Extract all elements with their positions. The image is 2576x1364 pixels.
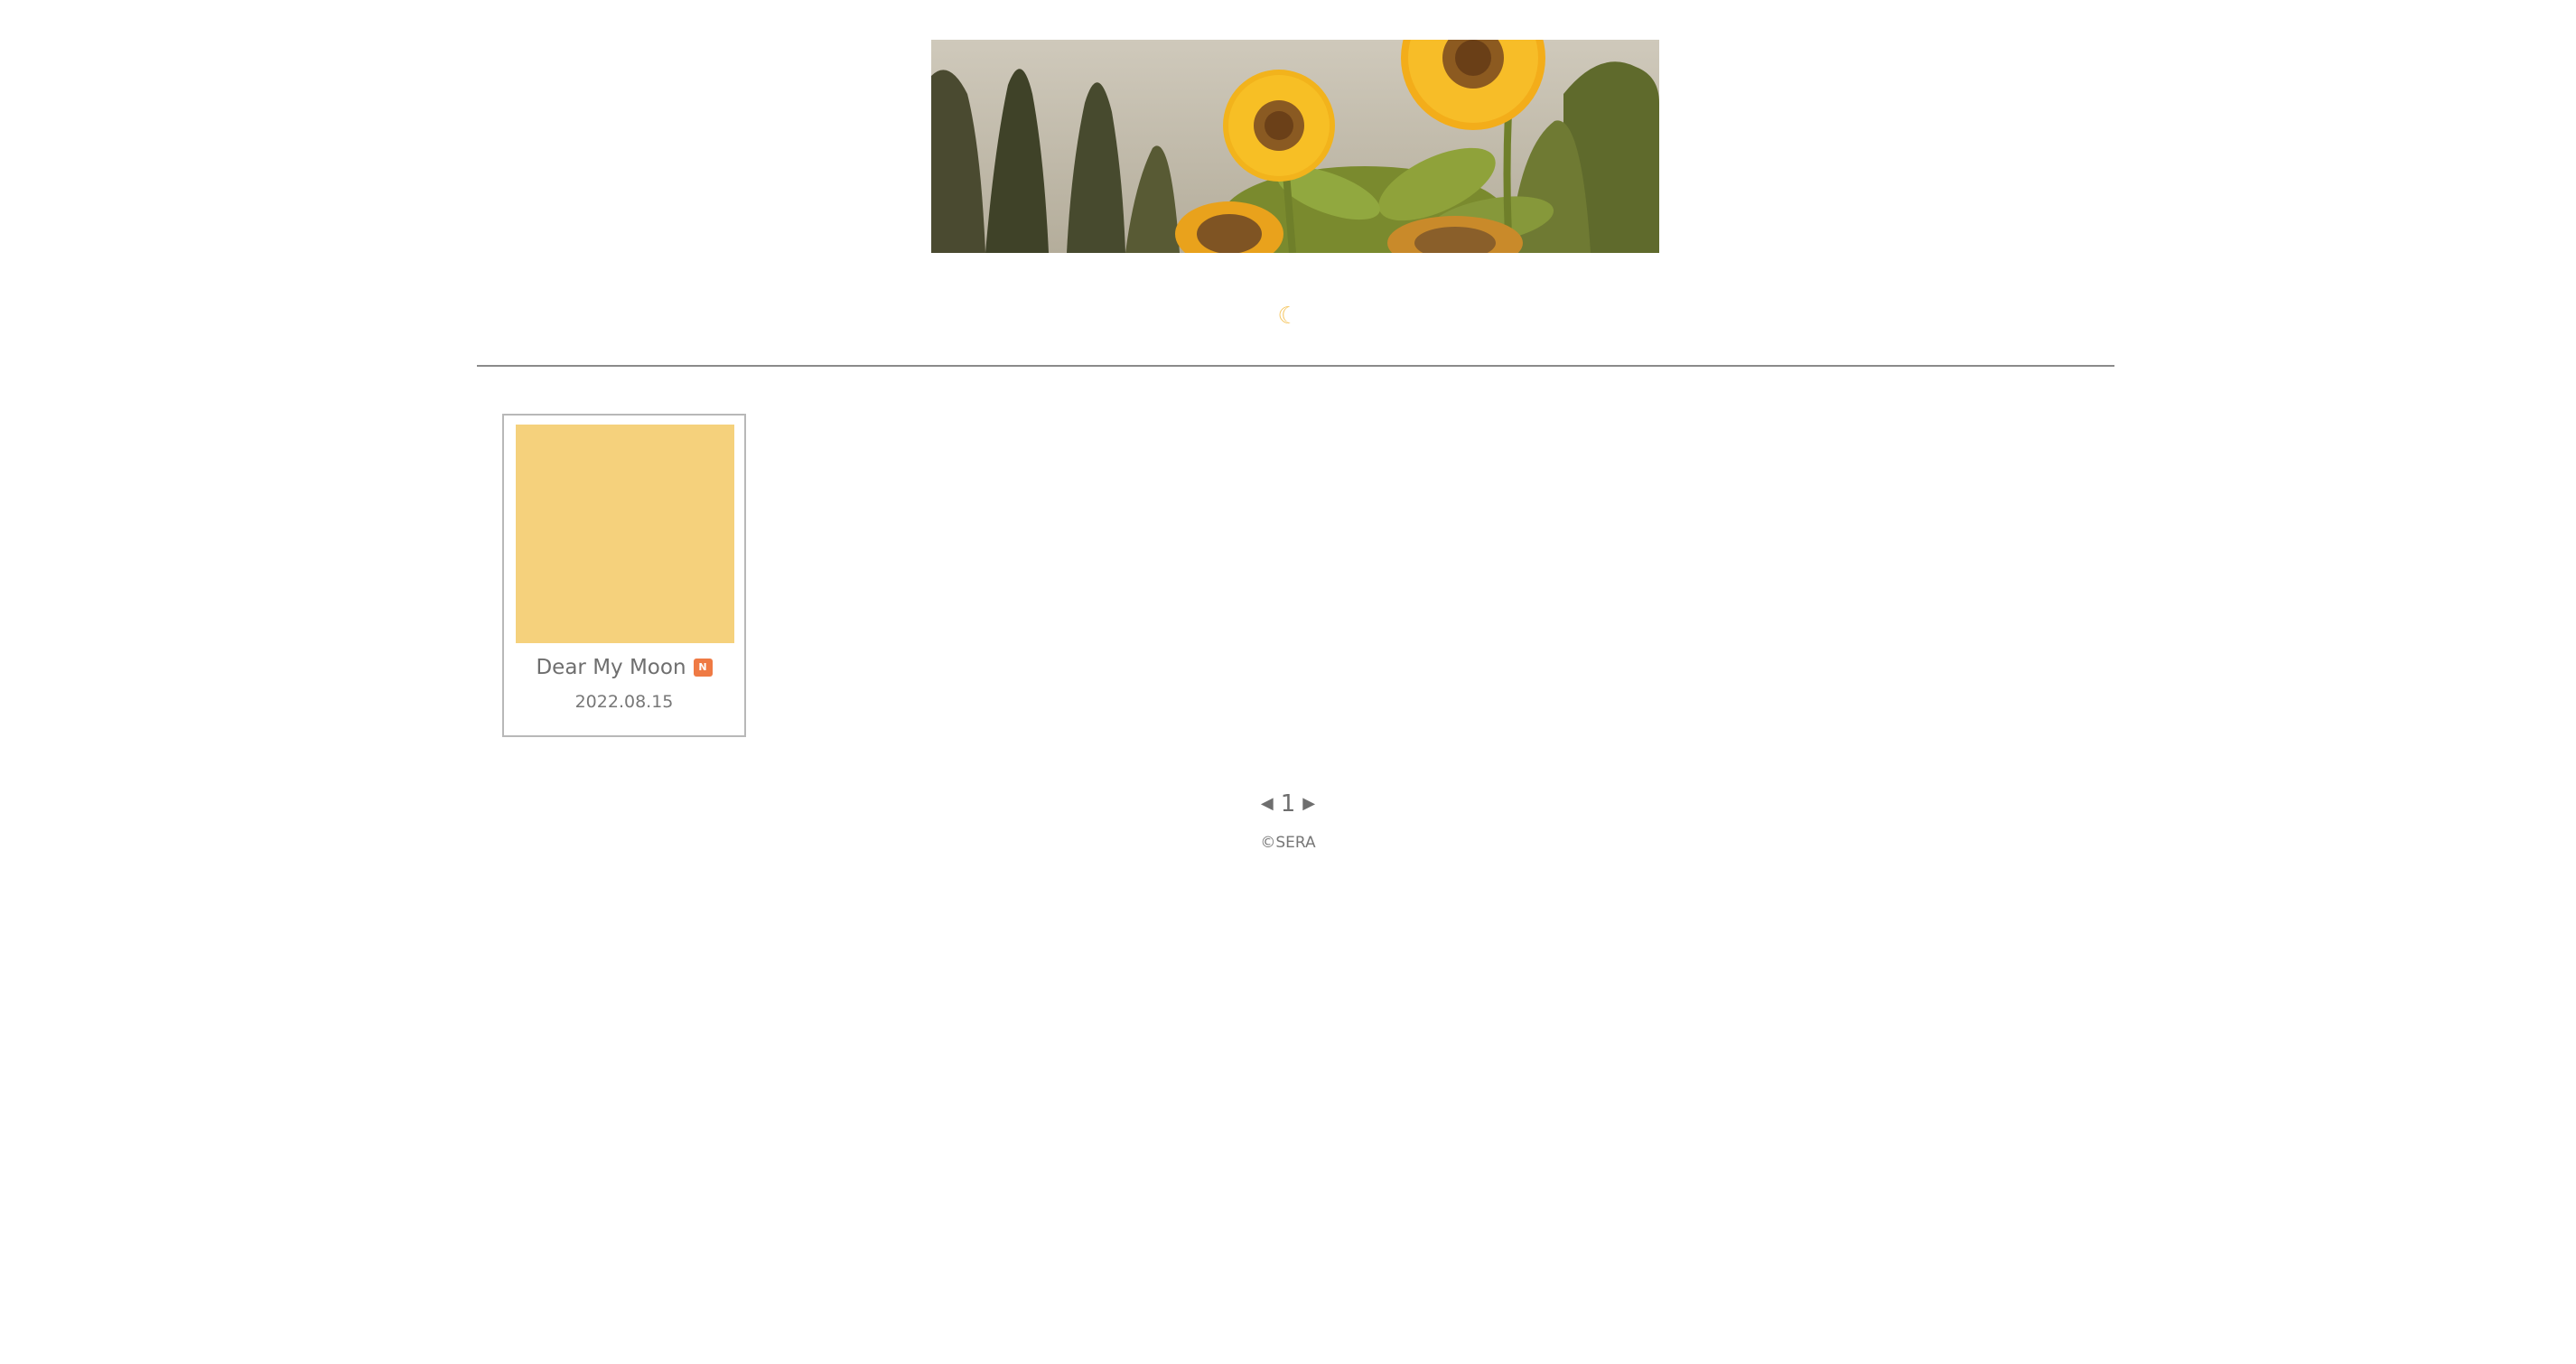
pagination: ◀ 1 ▶ xyxy=(1243,786,1333,822)
post-date: 2022.08.15 xyxy=(574,692,674,712)
post-thumbnail[interactable] xyxy=(516,425,734,643)
prev-page-icon[interactable]: ◀ xyxy=(1261,786,1274,822)
moon-icon[interactable]: ☾ xyxy=(1265,298,1311,334)
post-card[interactable]: Dear My Moon N 2022.08.15 xyxy=(502,414,746,737)
page-number-current[interactable]: 1 xyxy=(1281,786,1296,822)
header-divider xyxy=(477,365,2114,367)
post-title-row: Dear My Moon N xyxy=(504,654,744,681)
footer-copyright: ©SERA xyxy=(1260,834,1316,852)
new-badge-icon: N xyxy=(693,659,713,677)
header-banner-image xyxy=(931,40,1659,253)
post-title[interactable]: Dear My Moon xyxy=(536,656,686,679)
page: ☾ Dear My Moon N 2022.08.15 ◀ 1 ▶ ©SERA xyxy=(0,0,2576,1364)
next-page-icon[interactable]: ▶ xyxy=(1302,786,1315,822)
